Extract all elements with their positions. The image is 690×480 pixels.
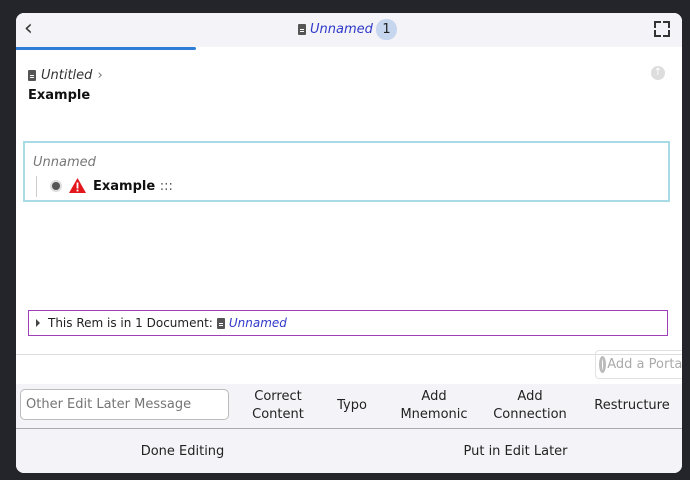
document-title[interactable]: Unnamed (298, 22, 373, 37)
page-title: Example (28, 88, 91, 103)
arrow-up-icon[interactable]: ↑ (651, 66, 665, 80)
document-icon (298, 24, 306, 35)
references-doc-link[interactable]: Unnamed (229, 316, 287, 330)
option-typo[interactable]: Typo (326, 384, 378, 428)
document-title-text: Unnamed (310, 22, 373, 37)
references-label: This Rem is in 1 Document: (48, 316, 213, 330)
document-icon (216, 317, 225, 329)
rem-title: Example (93, 179, 156, 194)
option-add-connection[interactable]: Add Connection (490, 384, 570, 428)
footer: Done Editing Put in Edit Later (16, 429, 682, 473)
document-references[interactable]: This Rem is in 1 Document: Unnamed (28, 310, 668, 336)
parent-name[interactable]: Unnamed (33, 155, 96, 170)
rem-card: Unnamed Example ::: (23, 141, 670, 202)
rem-text[interactable]: Example ::: (93, 179, 173, 194)
document-icon (28, 70, 36, 81)
breadcrumb-parent[interactable]: Untitled (41, 68, 92, 83)
indent-line (36, 176, 37, 197)
rem-suffix: ::: (159, 179, 173, 194)
fullscreen-icon[interactable] (654, 21, 670, 37)
count-badge: 1 (376, 19, 397, 40)
divider (16, 354, 682, 355)
expand-triangle-icon[interactable] (36, 319, 40, 327)
breadcrumb-separator: › (97, 68, 103, 83)
add-portal-label: Add a Portal (607, 357, 682, 372)
warning-icon (69, 178, 86, 193)
edit-later-bar: CorrectContent Typo AddMnemonic AddConne… (16, 384, 682, 429)
breadcrumb[interactable]: Untitled › (28, 68, 103, 83)
progress-bar (16, 47, 196, 50)
search-icon (599, 356, 607, 373)
edit-later-message-input[interactable] (20, 389, 229, 420)
option-correct-content[interactable]: Correct Content (242, 384, 314, 428)
header: ‹ Unnamed 1 (16, 13, 682, 47)
put-in-edit-later-button[interactable]: Put in Edit Later (349, 429, 682, 473)
done-editing-button[interactable]: Done Editing (16, 429, 349, 473)
edit-later-dialog: ‹ Unnamed 1 Untitled › Example ↑ Unnamed… (16, 13, 682, 473)
add-portal-button[interactable]: Add a Portal (595, 350, 682, 379)
option-restructure[interactable]: Restructure (594, 384, 670, 428)
bullet-icon[interactable] (52, 182, 60, 190)
option-add-mnemonic[interactable]: Add Mnemonic (394, 384, 474, 428)
chevron-left-icon[interactable]: ‹ (24, 18, 33, 40)
